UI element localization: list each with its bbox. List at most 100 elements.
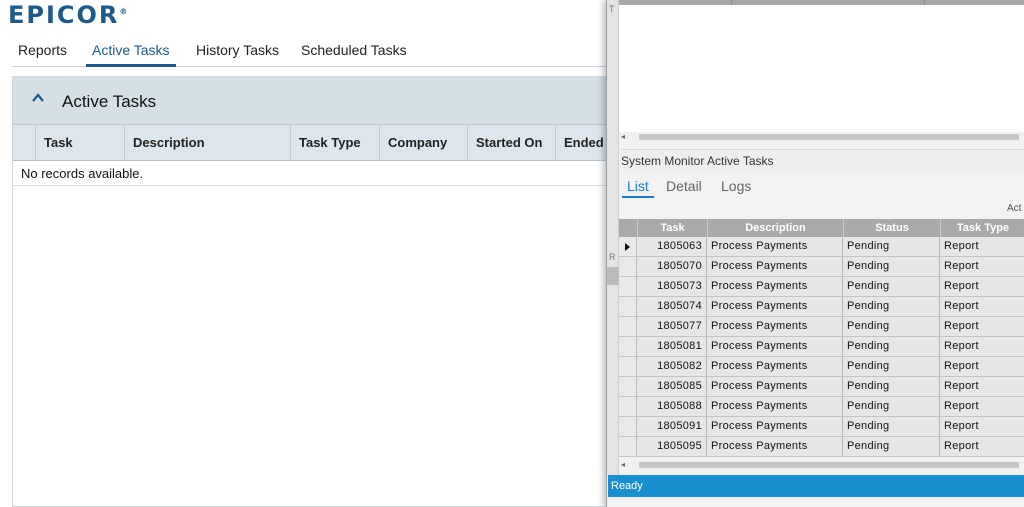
cell-description: Process Payments: [707, 377, 843, 397]
scroll-left-icon[interactable]: ◂: [621, 132, 625, 142]
tab-scheduled-tasks[interactable]: Scheduled Tasks: [295, 38, 413, 67]
cell-description: Process Payments: [707, 297, 843, 317]
cell-task: 1805082: [637, 357, 707, 377]
tab-logs[interactable]: Logs: [716, 176, 756, 198]
cell-description: Process Payments: [707, 417, 843, 437]
cell-status: Pending: [843, 337, 940, 357]
column-header-task-type[interactable]: Task Type: [940, 219, 1024, 237]
row-selector[interactable]: [619, 437, 637, 457]
top-grid-separator: [924, 0, 925, 5]
row-selector[interactable]: [619, 357, 637, 377]
tab-list[interactable]: List: [622, 176, 654, 198]
column-header-task[interactable]: Task: [35, 125, 124, 161]
grid-header: Task Description Task Type Company Start…: [13, 125, 613, 161]
cell-description: Process Payments: [707, 397, 843, 417]
cell-status: Pending: [843, 257, 940, 277]
epicor-logo: epicor®: [8, 1, 128, 29]
row-selector[interactable]: [619, 277, 637, 297]
cell-status: Pending: [843, 317, 940, 337]
table-row[interactable]: 1805081 Process Payments Pending Report: [619, 337, 1024, 357]
table-row[interactable]: 1805077 Process Payments Pending Report: [619, 317, 1024, 337]
cell-task: 1805088: [637, 397, 707, 417]
scroll-left-icon[interactable]: ◂: [621, 460, 625, 470]
table-row[interactable]: 1805070 Process Payments Pending Report: [619, 257, 1024, 277]
cell-task: 1805091: [637, 417, 707, 437]
cell-task-type: Report: [940, 317, 1024, 337]
row-selector[interactable]: [619, 257, 637, 277]
scroll-thumb[interactable]: [639, 134, 1019, 140]
table-row[interactable]: 1805073 Process Payments Pending Report: [619, 277, 1024, 297]
row-selector[interactable]: [619, 237, 637, 257]
row-selector[interactable]: [619, 337, 637, 357]
row-selector[interactable]: [619, 417, 637, 437]
web-tab-bar: Reports Active Tasks History Tasks Sched…: [12, 38, 612, 67]
column-header-ended-on[interactable]: Ended O: [555, 125, 613, 161]
cell-task-type: Report: [940, 417, 1024, 437]
cell-task-type: Report: [940, 257, 1024, 277]
cell-status: Pending: [843, 277, 940, 297]
active-tasks-panel: Active Tasks Task Description Task Type …: [12, 76, 613, 507]
table-row[interactable]: 1805091 Process Payments Pending Report: [619, 417, 1024, 437]
cell-task: 1805081: [637, 337, 707, 357]
cell-status: Pending: [843, 397, 940, 417]
strip-scroll-thumb[interactable]: [607, 267, 619, 285]
bottom-horizontal-scrollbar[interactable]: ◂: [619, 460, 1024, 470]
window-section-title: System Monitor Active Tasks: [621, 149, 1024, 171]
row-selector[interactable]: [619, 397, 637, 417]
cell-task: 1805073: [637, 277, 707, 297]
row-selector[interactable]: [619, 317, 637, 337]
cell-task: 1805070: [637, 257, 707, 277]
column-header-task[interactable]: Task: [637, 219, 707, 237]
chevron-up-icon[interactable]: [31, 91, 45, 105]
cell-task-type: Report: [940, 237, 1024, 257]
row-selector[interactable]: [619, 377, 637, 397]
cell-status: Pending: [843, 297, 940, 317]
cell-description: Process Payments: [707, 317, 843, 337]
cell-task: 1805095: [637, 437, 707, 457]
scroll-thumb[interactable]: [639, 462, 1019, 468]
row-selector-header: [13, 125, 35, 161]
cell-description: Process Payments: [707, 437, 843, 457]
panel-title: Active Tasks: [62, 92, 157, 111]
system-monitor-window: T R ◂ System Monitor Active Tasks List D…: [606, 0, 1024, 507]
top-grid-separator: [731, 0, 732, 5]
table-row[interactable]: 1805088 Process Payments Pending Report: [619, 397, 1024, 417]
column-header-task-type[interactable]: Task Type: [290, 125, 379, 161]
empty-grid-message: No records available.: [13, 162, 612, 186]
tab-history-tasks[interactable]: History Tasks: [190, 38, 285, 67]
table-row[interactable]: 1805063 Process Payments Pending Report: [619, 237, 1024, 257]
tab-detail[interactable]: Detail: [661, 176, 707, 198]
cell-task: 1805085: [637, 377, 707, 397]
tab-reports[interactable]: Reports: [12, 38, 73, 67]
cell-status: Pending: [843, 437, 940, 457]
table-row[interactable]: 1805085 Process Payments Pending Report: [619, 377, 1024, 397]
table-row[interactable]: 1805074 Process Payments Pending Report: [619, 297, 1024, 317]
strip-label-r: R: [609, 252, 616, 262]
column-header-description[interactable]: Description: [124, 125, 290, 161]
cell-description: Process Payments: [707, 357, 843, 377]
top-horizontal-scrollbar[interactable]: ◂: [619, 132, 1024, 142]
window-bottom-edge: [608, 497, 1024, 507]
tab-active-tasks[interactable]: Active Tasks: [86, 38, 176, 67]
active-tasks-grid: Task Description Status Task Type 180506…: [619, 219, 1024, 457]
cell-status: Pending: [843, 417, 940, 437]
grid-header: Task Description Status Task Type: [619, 219, 1024, 237]
cell-task-type: Report: [940, 337, 1024, 357]
cell-status: Pending: [843, 357, 940, 377]
table-row[interactable]: 1805082 Process Payments Pending Report: [619, 357, 1024, 377]
panel-header: Active Tasks: [13, 77, 612, 125]
column-header-description[interactable]: Description: [707, 219, 843, 237]
cell-task-type: Report: [940, 377, 1024, 397]
top-grid-header: [619, 0, 1024, 5]
column-header-status[interactable]: Status: [843, 219, 940, 237]
table-row[interactable]: 1805095 Process Payments Pending Report: [619, 437, 1024, 457]
row-selector[interactable]: [619, 297, 637, 317]
cell-task: 1805063: [637, 237, 707, 257]
cell-task: 1805074: [637, 297, 707, 317]
top-grid: [619, 0, 1024, 142]
cell-task-type: Report: [940, 357, 1024, 377]
column-header-company[interactable]: Company: [379, 125, 467, 161]
row-selector-header: [619, 219, 637, 237]
column-header-started-on[interactable]: Started On: [467, 125, 555, 161]
cell-task-type: Report: [940, 277, 1024, 297]
